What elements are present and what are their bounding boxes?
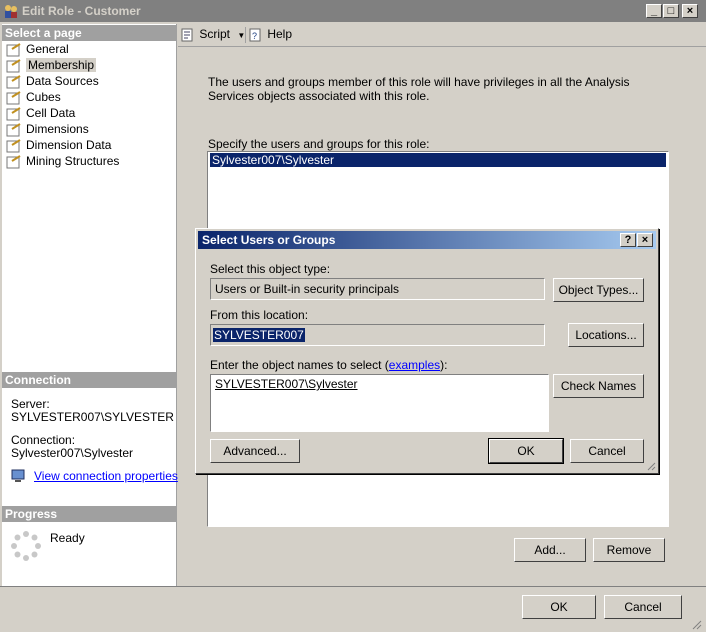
dialog-cancel-button[interactable]: Cancel [570, 439, 644, 463]
page-icon [6, 154, 21, 169]
add-button[interactable]: Add... [514, 538, 586, 562]
dialog-help-button[interactable]: ? [620, 233, 636, 247]
ok-button[interactable]: OK [522, 595, 596, 619]
remove-button[interactable]: Remove [593, 538, 665, 562]
toolbar: Script ▼ ? Help [178, 24, 706, 46]
page-mining-structures[interactable]: Mining Structures [6, 153, 119, 169]
footer-divider [0, 586, 706, 587]
connection-header: Connection [2, 372, 176, 388]
page-icon [6, 74, 21, 89]
specify-label: Specify the users and groups for this ro… [208, 137, 430, 151]
connection-value: Sylvester007\Sylvester [11, 446, 134, 460]
resize-grip-icon[interactable] [690, 618, 702, 630]
dialog-resize-grip-icon[interactable] [646, 461, 656, 471]
view-connection-properties-link[interactable]: View connection properties [34, 469, 178, 483]
window-title: Edit Role - Customer [22, 4, 141, 18]
select-users-dialog: Select Users or Groups ? × Select this o… [195, 228, 659, 474]
toolbar-separator [245, 27, 246, 43]
object-type-field: Users or Built-in security principals [210, 278, 545, 300]
advanced-button[interactable]: Advanced... [210, 439, 300, 463]
server-value: SYLVESTER007\SYLVESTER [11, 410, 174, 424]
page-cubes[interactable]: Cubes [6, 89, 61, 105]
role-description: The users and groups member of this role… [208, 75, 630, 103]
dialog-ok-button[interactable]: OK [488, 438, 564, 464]
object-names-input[interactable]: SYLVESTER007\Sylvester [210, 374, 549, 432]
help-button[interactable]: ? Help [248, 27, 292, 43]
page-membership[interactable]: Membership [6, 57, 97, 73]
title-bar: Edit Role - Customer _ □ × [0, 0, 706, 22]
progress-header: Progress [2, 506, 176, 522]
help-icon: ? [249, 28, 261, 42]
dialog-close-button[interactable]: × [637, 233, 653, 247]
connection-label: Connection: [11, 433, 76, 447]
minimize-button[interactable]: _ [646, 4, 662, 18]
dialog-title-bar: Select Users or Groups [198, 231, 656, 249]
page-icon [6, 122, 21, 137]
page-general[interactable]: General [6, 41, 69, 57]
cancel-button[interactable]: Cancel [604, 595, 682, 619]
progress-spinner-icon [11, 531, 41, 561]
locations-button[interactable]: Locations... [568, 323, 644, 347]
svg-text:?: ? [252, 31, 257, 41]
page-dimensions[interactable]: Dimensions [6, 121, 89, 137]
toolbar-divider [178, 46, 706, 47]
script-button[interactable]: Script ▼ [180, 27, 245, 43]
page-icon [6, 138, 21, 153]
select-page-header: Select a page [2, 25, 176, 41]
server-label: Server: [11, 397, 50, 411]
properties-icon [11, 469, 25, 482]
maximize-button[interactable]: □ [663, 4, 679, 18]
page-icon [6, 106, 21, 121]
location-field: SYLVESTER007 [210, 324, 545, 346]
location-label: From this location: [210, 308, 309, 322]
object-types-button[interactable]: Object Types... [553, 278, 644, 302]
close-button[interactable]: × [682, 4, 698, 18]
enter-names-label: Enter the object names to select (exampl… [210, 358, 448, 372]
object-type-label: Select this object type: [210, 262, 331, 276]
script-icon [181, 28, 193, 42]
dialog-title: Select Users or Groups [202, 233, 336, 247]
page-cell-data[interactable]: Cell Data [6, 105, 75, 121]
check-names-button[interactable]: Check Names [553, 374, 644, 398]
progress-status: Ready [50, 531, 85, 545]
role-icon [5, 5, 17, 18]
list-item[interactable]: Sylvester007\Sylvester [210, 153, 666, 167]
page-icon [6, 58, 21, 73]
page-data-sources[interactable]: Data Sources [6, 73, 99, 89]
page-icon [6, 42, 21, 57]
page-dimension-data[interactable]: Dimension Data [6, 137, 111, 153]
page-icon [6, 90, 21, 105]
examples-link[interactable]: examples [389, 358, 440, 372]
